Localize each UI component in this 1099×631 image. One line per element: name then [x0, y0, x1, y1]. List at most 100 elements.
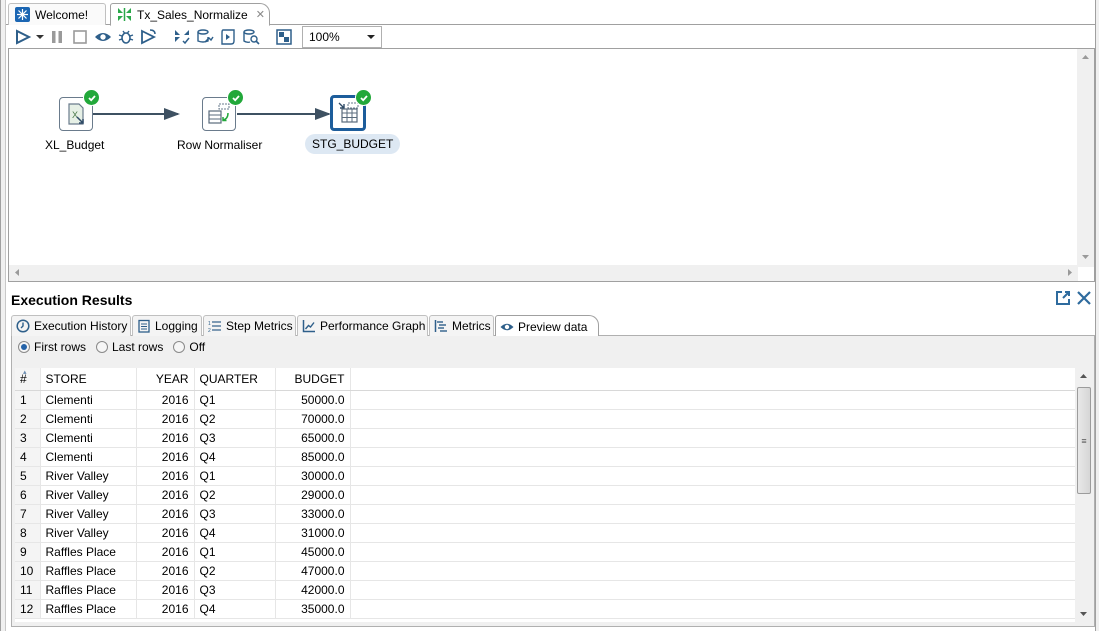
editor-tab-bar: Welcome! Tx_Sales_Normalize ✕ [6, 3, 1095, 26]
excel-input-icon: X [68, 103, 84, 125]
debug-button[interactable] [115, 27, 137, 47]
column-header-budget[interactable]: BUDGET [275, 368, 351, 391]
cell-row-number: 8 [15, 523, 41, 543]
tab-execution-history[interactable]: Execution History [11, 315, 131, 336]
canvas-horizontal-scrollbar[interactable] [9, 265, 1078, 281]
table-row[interactable]: 1 Clementi 2016 Q1 50000.0 [15, 390, 1077, 410]
row-normaliser-icon [208, 103, 230, 124]
metrics-icon [434, 319, 448, 333]
pause-button[interactable] [46, 27, 68, 47]
radio-button[interactable] [96, 341, 108, 353]
stop-button[interactable] [69, 27, 91, 47]
cell-year: 2016 [136, 580, 195, 600]
svg-text:2: 2 [208, 328, 211, 333]
cell-budget: 30000.0 [275, 466, 351, 486]
cell-filler [350, 390, 1077, 410]
tab-performance-graph[interactable]: Performance Graph [297, 315, 428, 336]
explore-db-button[interactable] [240, 27, 262, 47]
cell-store: Raffles Place [40, 580, 137, 600]
cell-store: River Valley [40, 504, 137, 524]
table-row[interactable]: 4 Clementi 2016 Q4 85000.0 [15, 447, 1077, 467]
tab-step-metrics[interactable]: 12 Step Metrics [203, 315, 296, 336]
table-vertical-scrollbar[interactable]: ≡ [1075, 368, 1093, 622]
impact-button[interactable] [194, 27, 216, 47]
transformation-icon [117, 7, 132, 22]
cell-budget: 31000.0 [275, 523, 351, 543]
sql-button[interactable] [217, 27, 239, 47]
cell-budget: 33000.0 [275, 504, 351, 524]
cell-year: 2016 [136, 466, 195, 486]
cell-budget: 50000.0 [275, 390, 351, 410]
radio-button[interactable] [18, 341, 30, 353]
cell-filler [350, 599, 1077, 619]
replay-icon [141, 29, 157, 45]
debug-icon [118, 30, 134, 44]
radio-button[interactable] [173, 341, 186, 353]
cell-quarter: Q4 [194, 447, 276, 467]
maximize-button[interactable] [1054, 289, 1072, 307]
run-options-dropdown[interactable] [35, 27, 45, 47]
cell-filler [350, 466, 1077, 486]
cell-year: 2016 [136, 542, 195, 562]
cell-year: 2016 [136, 599, 195, 619]
preview-data-panel: First rows Last rows Off ▴ # STORE YEAR Q… [11, 336, 1095, 627]
tab-tx-sales-normalize[interactable]: Tx_Sales_Normalize ✕ [110, 3, 270, 26]
hop-row-normaliser-to-stg-budget[interactable] [237, 108, 331, 120]
table-row[interactable]: 10 Raffles Place 2016 Q2 47000.0 [15, 561, 1077, 581]
tab-metrics[interactable]: Metrics [429, 315, 494, 336]
cell-store: Clementi [40, 409, 137, 429]
radio-off[interactable]: Off [173, 340, 205, 354]
tab-label: Execution History [34, 319, 128, 333]
column-header-store[interactable]: STORE [40, 368, 137, 391]
results-actions [1054, 289, 1093, 307]
list-icon: 12 [208, 319, 222, 334]
column-header-filler [350, 368, 1077, 391]
cell-store: Clementi [40, 428, 137, 448]
cell-row-number: 4 [15, 447, 41, 467]
table-row[interactable]: 2 Clementi 2016 Q2 70000.0 [15, 409, 1077, 429]
table-row[interactable]: 6 River Valley 2016 Q2 29000.0 [15, 485, 1077, 505]
canvas-vertical-scrollbar[interactable] [1077, 49, 1094, 267]
tab-welcome[interactable]: Welcome! [8, 3, 106, 25]
transformation-canvas[interactable]: X XL_Budget Row Normaliser STG_BUDGET [8, 48, 1095, 282]
cell-budget: 65000.0 [275, 428, 351, 448]
radio-first-rows[interactable]: First rows [18, 340, 86, 354]
radio-last-rows[interactable]: Last rows [96, 340, 163, 354]
close-results-button[interactable] [1075, 289, 1093, 307]
radio-label: Off [189, 340, 206, 354]
column-header-quarter[interactable]: QUARTER [194, 368, 276, 391]
scrollbar-thumb[interactable]: ≡ [1077, 387, 1091, 494]
cell-filler [350, 428, 1077, 448]
tab-label: Performance Graph [320, 319, 426, 333]
run-button[interactable] [12, 27, 34, 47]
scroll-up-icon [1082, 55, 1089, 59]
preview-button[interactable] [92, 27, 114, 47]
table-row[interactable]: 11 Raffles Place 2016 Q3 42000.0 [15, 580, 1077, 600]
column-header-row-number[interactable]: ▴ # [15, 368, 41, 391]
svg-text:X: X [72, 110, 78, 120]
cell-filler [350, 409, 1077, 429]
table-row[interactable]: 7 River Valley 2016 Q3 33000.0 [15, 504, 1077, 524]
clock-icon [16, 319, 30, 333]
close-tab-icon[interactable]: ✕ [256, 8, 265, 21]
cell-year: 2016 [136, 428, 195, 448]
table-row[interactable]: 12 Raffles Place 2016 Q4 35000.0 [15, 599, 1077, 619]
zoom-select[interactable]: 100% [302, 26, 382, 48]
tab-preview-data[interactable]: Preview data [495, 315, 599, 337]
table-row[interactable]: 5 River Valley 2016 Q1 30000.0 [15, 466, 1077, 486]
cell-quarter: Q1 [194, 542, 276, 562]
verify-button[interactable] [171, 27, 193, 47]
column-header-year[interactable]: YEAR [136, 368, 195, 391]
table-row[interactable]: 3 Clementi 2016 Q3 65000.0 [15, 428, 1077, 448]
tab-logging[interactable]: Logging [132, 315, 202, 336]
replay-button[interactable] [138, 27, 160, 47]
scroll-left-icon [15, 269, 19, 276]
hop-xl-budget-to-row-normaliser[interactable] [93, 108, 180, 120]
table-row[interactable]: 8 River Valley 2016 Q4 31000.0 [15, 523, 1077, 543]
table-row[interactable]: 9 Raffles Place 2016 Q1 45000.0 [15, 542, 1077, 562]
impact-icon [197, 29, 214, 43]
show-results-button[interactable] [273, 27, 295, 47]
cell-budget: 29000.0 [275, 485, 351, 505]
verify-icon [175, 30, 190, 45]
cell-budget: 45000.0 [275, 542, 351, 562]
